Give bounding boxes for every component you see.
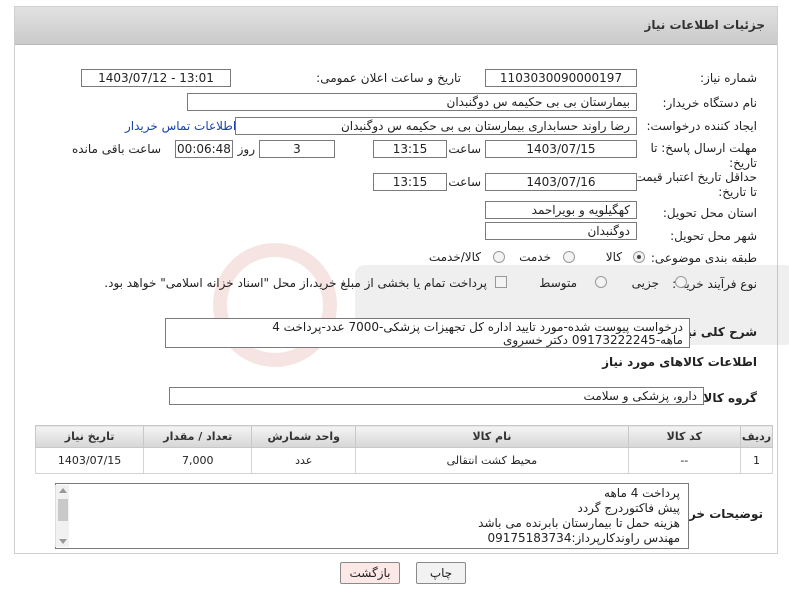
scroll-thumb[interactable] bbox=[58, 499, 68, 521]
province-field: کهگیلویه و بویراحمد bbox=[485, 201, 637, 219]
col-qty: تعداد / مقدار bbox=[143, 425, 253, 448]
validity-date-field: 1403/07/16 bbox=[485, 173, 637, 191]
category-radio-service[interactable] bbox=[563, 251, 575, 263]
scroll-up-icon[interactable] bbox=[59, 488, 67, 493]
goods-table-header: ردیف کد کالا نام کالا واحد شمارش تعداد /… bbox=[34, 425, 774, 448]
panel-title: جزئیات اطلاعات نیاز bbox=[644, 18, 765, 32]
remaining-time-field: 00:06:48 bbox=[175, 140, 233, 158]
deadline-label: مهلت ارسال پاسخ: تا تاریخ: bbox=[650, 141, 757, 170]
goods-group-field: دارو، پزشکی و سلامت bbox=[169, 387, 704, 405]
deadline-time-label: ساعت bbox=[448, 142, 481, 156]
details-panel: جزئیات اطلاعات نیاز شماره نیاز: 11030300… bbox=[14, 6, 789, 554]
category-option-service: خدمت bbox=[519, 250, 551, 264]
days-field: 3 bbox=[259, 140, 335, 158]
buyer-org-label: نام دستگاه خریدار: bbox=[662, 96, 758, 110]
process-option-medium: متوسط bbox=[539, 276, 577, 290]
treasury-payment-checkbox[interactable] bbox=[495, 276, 507, 288]
buyer-note-line: مهندس راوندکارپرداز:09175183734 bbox=[487, 531, 680, 545]
deadline-date-field: 1403/07/15 bbox=[485, 140, 637, 158]
notes-scrollbar[interactable] bbox=[55, 485, 69, 547]
buyer-note-line: هزینه حمل تا بیمارستان بابرنده می باشد bbox=[478, 516, 680, 530]
category-option-goods: کالا bbox=[605, 250, 622, 264]
cell-row: 1 bbox=[739, 447, 774, 474]
city-label: شهر محل تحویل: bbox=[670, 229, 757, 243]
validity-time-label: ساعت bbox=[448, 175, 481, 189]
process-option-minor: جزیی bbox=[631, 276, 659, 290]
category-radio-goods[interactable] bbox=[633, 251, 645, 263]
need-number-label: شماره نیاز: bbox=[700, 71, 757, 85]
goods-group-label: گروه کالا: bbox=[698, 391, 757, 405]
buyer-notes-text: پرداخت 4 ماهه پیش فاکتوردرج گردد هزینه ح… bbox=[55, 483, 689, 549]
description-text: درخواست پیوست شده-مورد تایید اداره کل تج… bbox=[165, 318, 690, 348]
announce-label: تاریخ و ساعت اعلان عمومی: bbox=[316, 71, 461, 85]
panel-header: جزئیات اطلاعات نیاز bbox=[15, 7, 777, 45]
category-option-both: کالا/خدمت bbox=[428, 250, 481, 264]
cell-code: -- bbox=[627, 447, 741, 474]
process-radio-medium[interactable] bbox=[595, 276, 607, 288]
validity-time-field: 13:15 bbox=[373, 173, 447, 191]
buyer-org-field: بیمارستان بی بی حکیمه س دوگنبدان bbox=[187, 93, 637, 111]
cell-date: 1403/07/15 bbox=[34, 447, 145, 474]
category-label: طبقه بندی موضوعی: bbox=[650, 251, 757, 265]
back-button[interactable]: بازگشت bbox=[340, 562, 400, 584]
category-radio-both[interactable] bbox=[493, 251, 505, 263]
table-row: 1 -- محیط کشت انتقالی عدد 7,000 1403/07/… bbox=[34, 447, 774, 474]
goods-section-title: اطلاعات کالاهای مورد نیاز bbox=[602, 355, 757, 369]
col-unit: واحد شمارش bbox=[251, 425, 357, 448]
treasury-payment-note: پرداخت تمام یا بخشی از مبلغ خرید،از محل … bbox=[104, 276, 487, 290]
scroll-down-icon[interactable] bbox=[59, 539, 67, 544]
process-radio-minor[interactable] bbox=[675, 276, 687, 288]
need-number-field: 1103030090000197 bbox=[485, 69, 637, 87]
deadline-time-field: 13:15 bbox=[373, 140, 447, 158]
col-name: نام کالا bbox=[355, 425, 629, 448]
col-row: ردیف bbox=[739, 425, 774, 448]
cell-name: محیط کشت انتقالی bbox=[355, 447, 629, 474]
validity-label: حداقل تاریخ اعتبار قیمت: تا تاریخ: bbox=[630, 170, 757, 199]
province-label: استان محل تحویل: bbox=[662, 206, 757, 220]
cell-unit: عدد bbox=[251, 447, 357, 474]
announce-datetime-field: 1403/07/12 - 13:01 bbox=[81, 69, 231, 87]
print-button[interactable]: چاپ bbox=[416, 562, 466, 584]
buyer-note-line: پیش فاکتوردرج گردد bbox=[577, 501, 680, 515]
city-field: دوگنبدان bbox=[485, 222, 637, 240]
cell-qty: 7,000 bbox=[143, 447, 253, 474]
creator-field: رضا راوند حسابداری بیمارستان بی بی حکیمه… bbox=[235, 117, 637, 135]
goods-table: ردیف کد کالا نام کالا واحد شمارش تعداد /… bbox=[34, 425, 774, 474]
creator-label: ایجاد کننده درخواست: bbox=[646, 119, 757, 133]
remaining-label: ساعت باقی مانده bbox=[71, 142, 161, 156]
col-date: تاریخ نیاز bbox=[34, 425, 145, 448]
contact-info-link[interactable]: اطلاعات تماس خریدار bbox=[125, 119, 236, 133]
buyer-note-line: پرداخت 4 ماهه bbox=[604, 486, 680, 500]
col-code: کد کالا bbox=[627, 425, 741, 448]
